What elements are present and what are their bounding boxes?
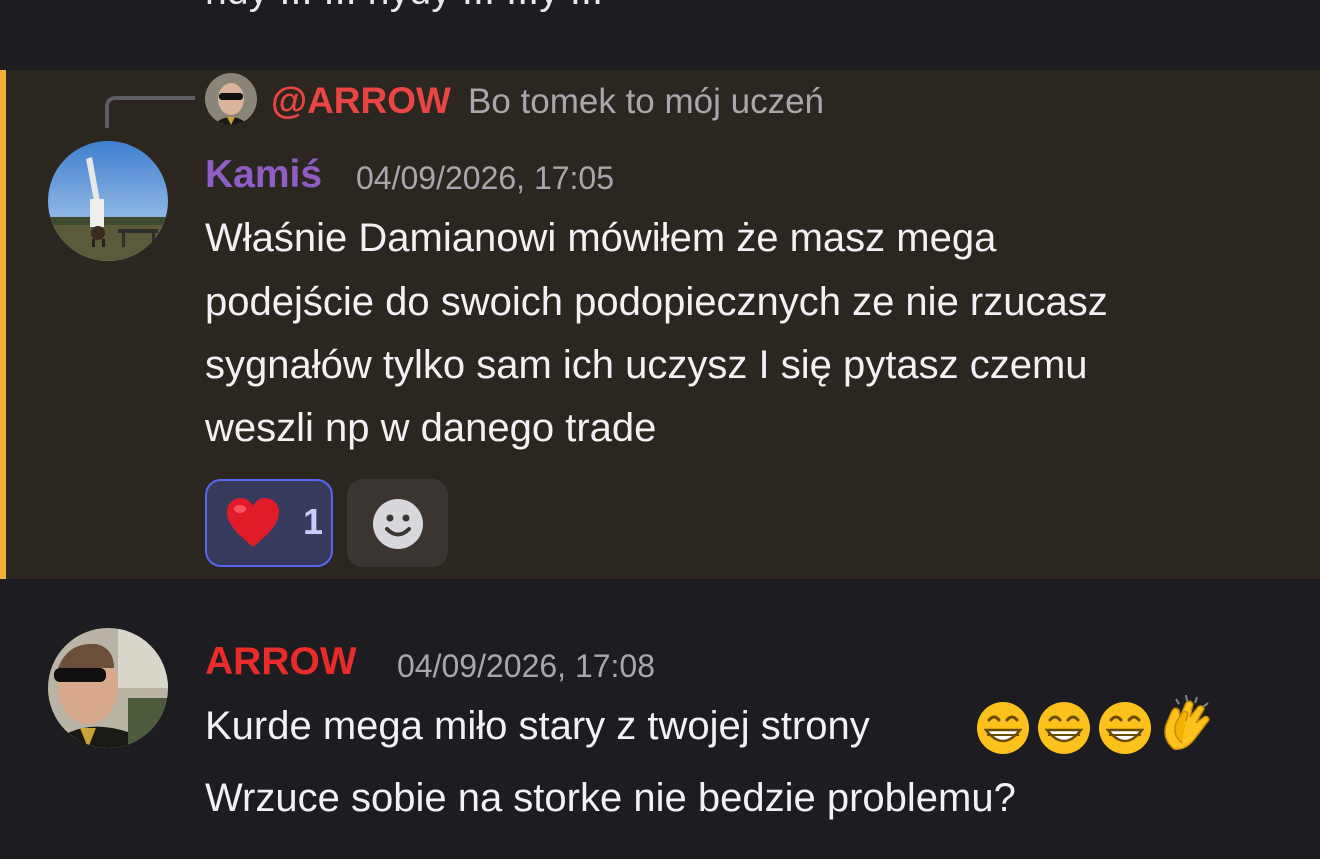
- smiley-icon: [373, 499, 423, 549]
- reply-connector: [105, 96, 195, 128]
- timestamp: 04/09/2026, 17:08: [397, 648, 656, 684]
- message-text-line: Kurde mega miło stary z twojej strony: [205, 704, 870, 748]
- username-text[interactable]: ARROW: [205, 640, 357, 683]
- previous-message-text: ndy ... ... nydy ... ...y ...: [205, 0, 603, 14]
- message-text-line: Właśnie Damianowi mówiłem że masz mega: [205, 216, 997, 260]
- reply-avatar[interactable]: [205, 73, 257, 125]
- kamis-avatar[interactable]: [48, 141, 168, 261]
- username[interactable]: ARROW: [205, 640, 357, 684]
- reaction-count: 1: [303, 501, 324, 542]
- message-text-line: podejście do swoich podopiecznych ze nie…: [205, 280, 1108, 324]
- username-text[interactable]: Kamiś: [205, 153, 322, 196]
- mention-highlight-bar: [0, 70, 6, 579]
- reply-preview-text[interactable]: Bo tomek to mój uczeń: [468, 82, 824, 122]
- message-text-line: Wrzuce sobie na storke nie bedzie proble…: [205, 776, 1016, 820]
- clapping-hands-icon: [1164, 694, 1210, 750]
- grinning-face-icon: [1038, 702, 1090, 754]
- reply-mention[interactable]: @ARROW: [271, 80, 451, 122]
- message-text-line: sygnałów tylko sam ich uczysz I się pyta…: [205, 343, 1088, 387]
- username[interactable]: Kamiś: [205, 153, 322, 197]
- message-text-line: weszli np w danego trade: [205, 406, 657, 450]
- timestamp: 04/09/2026, 17:05: [356, 160, 615, 196]
- heart-reaction-button[interactable]: 1: [205, 479, 333, 567]
- add-reaction-button[interactable]: [347, 479, 448, 567]
- heart-icon: [227, 498, 279, 547]
- grinning-face-icon: [977, 702, 1029, 754]
- grinning-face-icon: [1099, 702, 1151, 754]
- arrow-avatar[interactable]: [48, 628, 168, 748]
